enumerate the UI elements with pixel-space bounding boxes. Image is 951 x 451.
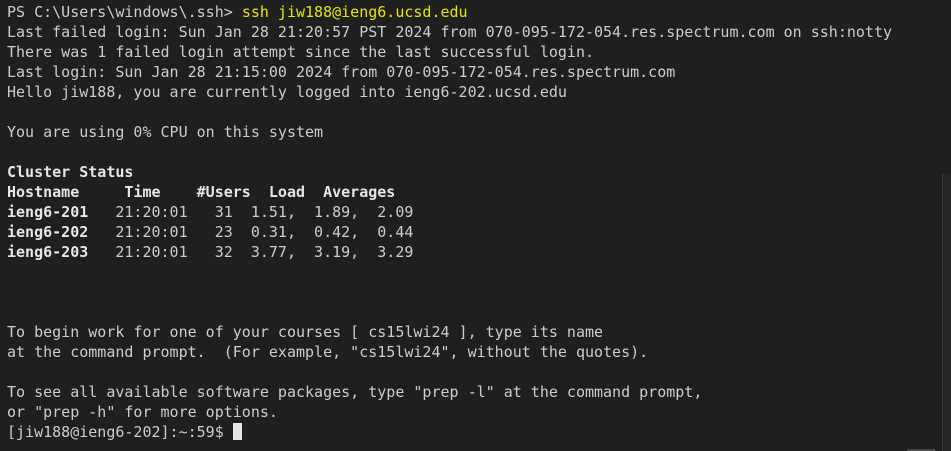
shell-prompt: [jiw188@ieng6-202]:~:59$ <box>7 423 233 441</box>
cluster-row: ieng6-201 21:20:01 31 1.51, 1.89, 2.09 <box>7 202 951 222</box>
cluster-row: ieng6-203 21:20:01 32 3.77, 3.19, 3.29 <box>7 242 951 262</box>
powershell-prompt: PS C:\Users\windows\.ssh> <box>7 3 242 21</box>
shell-prompt-line[interactable]: [jiw188@ieng6-202]:~:59$ <box>7 422 951 442</box>
text-cursor <box>232 423 242 440</box>
cluster-stats: 21:20:01 32 3.77, 3.19, 3.29 <box>88 243 414 261</box>
software-info-line: To see all available software packages, … <box>7 383 703 401</box>
course-info-line: at the command prompt. (For example, "cs… <box>7 343 649 361</box>
ssh-command-line: PS C:\Users\windows\.ssh> ssh jiw188@ien… <box>7 2 951 22</box>
failed-login-line: Last failed login: Sun Jan 28 21:20:57 P… <box>7 23 893 41</box>
cpu-usage-line: You are using 0% CPU on this system <box>7 123 324 141</box>
ssh-command: ssh jiw188@ieng6.ucsd.edu <box>241 3 468 21</box>
software-info-line: or "prep -h" for more options. <box>7 403 278 421</box>
cluster-host: ieng6-201 <box>7 203 89 221</box>
cluster-status-title: Cluster Status <box>7 163 134 181</box>
cluster-host: ieng6-202 <box>7 223 89 241</box>
cluster-host: ieng6-203 <box>7 243 89 261</box>
last-login-line: Last login: Sun Jan 28 21:15:00 2024 fro… <box>7 63 676 81</box>
vertical-scrollbar[interactable] <box>942 174 951 451</box>
terminal-window[interactable]: PS C:\Users\windows\.ssh> ssh jiw188@ien… <box>0 0 951 451</box>
cluster-row: ieng6-202 21:20:01 23 0.31, 0.42, 0.44 <box>7 222 951 242</box>
cluster-stats: 21:20:01 23 0.31, 0.42, 0.44 <box>88 223 414 241</box>
cluster-table-header: Hostname Time #Users Load Averages <box>7 183 396 201</box>
hello-line: Hello jiw188, you are currently logged i… <box>7 83 567 101</box>
failed-attempt-line: There was 1 failed login attempt since t… <box>7 43 594 61</box>
course-info-line: To begin work for one of your courses [ … <box>7 323 604 341</box>
cluster-stats: 21:20:01 31 1.51, 1.89, 2.09 <box>88 203 414 221</box>
